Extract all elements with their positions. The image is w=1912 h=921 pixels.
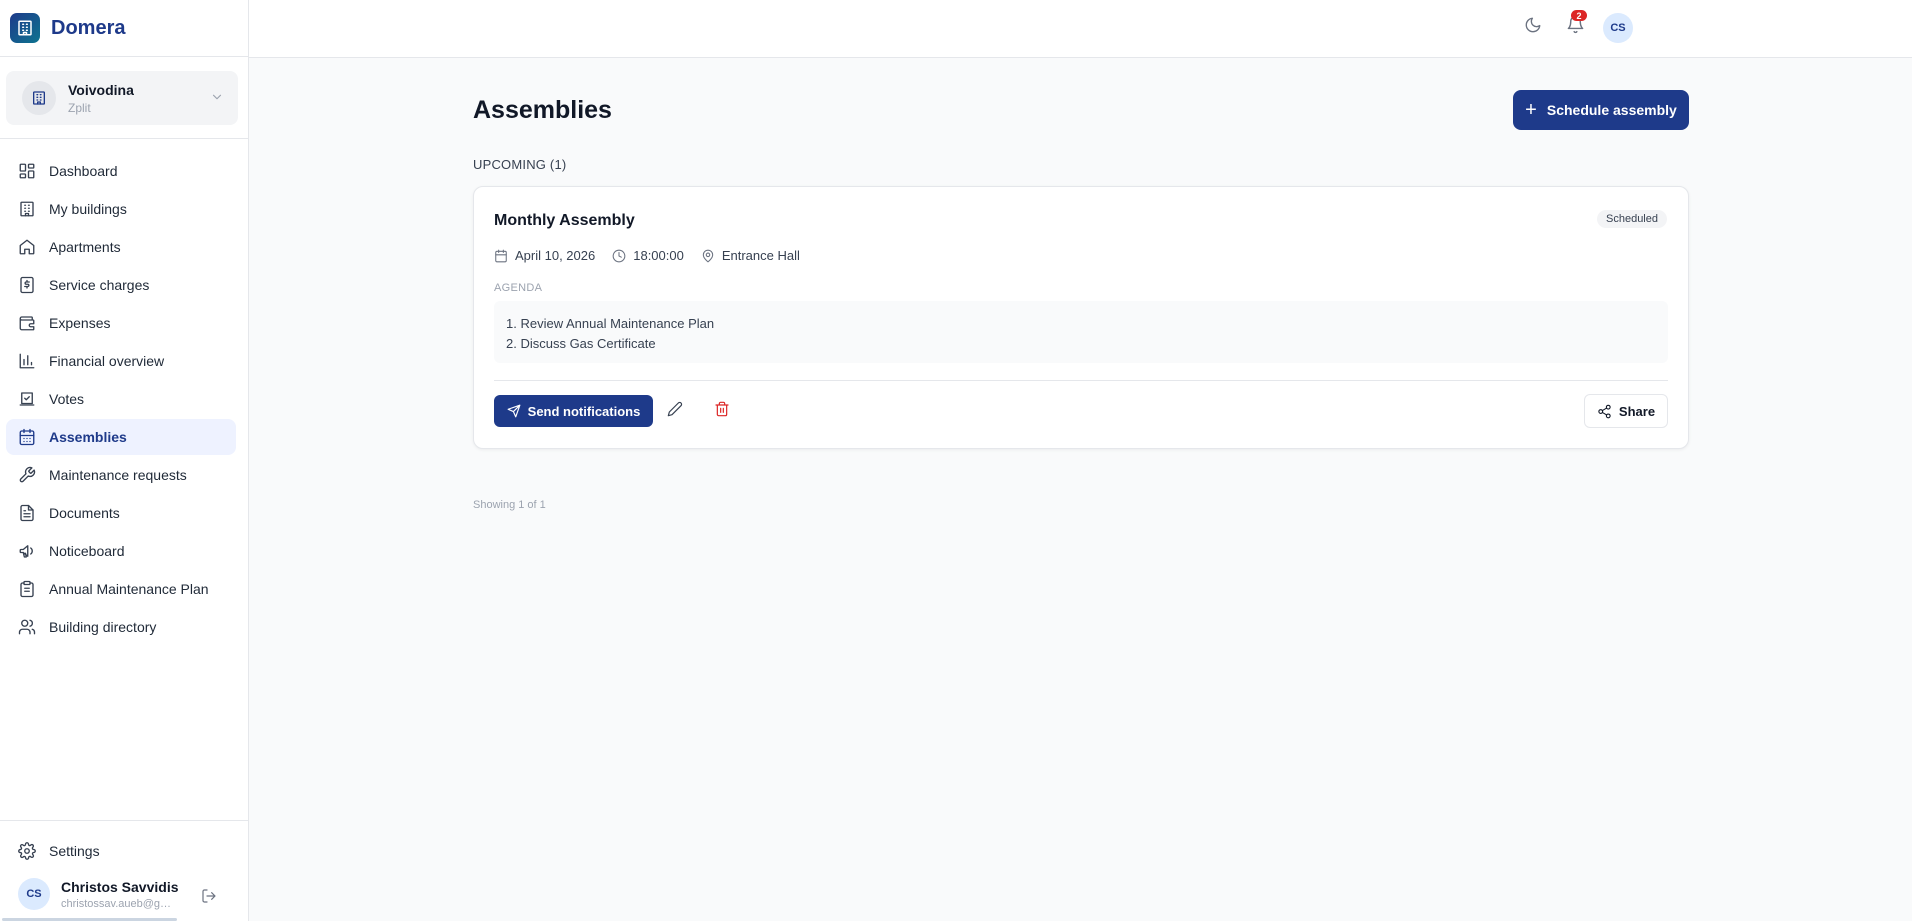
agenda-item: 2. Discuss Gas Certificate (506, 336, 656, 351)
chevron-down-icon (210, 90, 224, 109)
share-label: Share (1618, 403, 1656, 419)
nav-item-dashboard[interactable]: Dashboard (6, 153, 236, 189)
settings-label: Settings (49, 843, 100, 859)
nav-label: Noticeboard (49, 543, 125, 559)
nav-label: Dashboard (49, 163, 118, 179)
user-menu-button[interactable]: CS (1603, 13, 1633, 43)
nav-item-maintenance-requests[interactable]: Maintenance requests (6, 457, 236, 493)
users-icon (18, 618, 36, 636)
megaphone-icon (18, 542, 36, 560)
building-icon (22, 81, 56, 115)
nav-label: Apartments (49, 239, 121, 255)
nav-item-service-charges[interactable]: Service charges (6, 267, 236, 303)
divider (494, 380, 1668, 381)
agenda-list: 1. Review Annual Maintenance Plan 2. Dis… (494, 301, 1668, 363)
nav-label: My buildings (49, 201, 127, 217)
logo-building-icon (10, 13, 40, 43)
agenda-label: AGENDA (494, 282, 543, 294)
sidebar: Domera Voivodina Zplit Dashboard My buil… (0, 0, 249, 921)
topbar (249, 0, 1912, 58)
pagination-summary: Showing 1 of 1 (473, 499, 546, 511)
nav-label: Building directory (49, 619, 157, 635)
nav-item-votes[interactable]: Votes (6, 381, 236, 417)
ballot-check-icon (18, 390, 36, 408)
nav-item-annual-maintenance-plan[interactable]: Annual Maintenance Plan (6, 571, 236, 607)
nav-label: Votes (49, 391, 85, 407)
send-notifications-button[interactable]: Send notifications (494, 395, 653, 427)
nav-item-noticeboard[interactable]: Noticeboard (6, 533, 236, 569)
page-title: Assemblies (473, 96, 612, 124)
logout-icon[interactable] (201, 888, 217, 909)
nav-item-expenses[interactable]: Expenses (6, 305, 236, 341)
schedule-assembly-label: Schedule assembly (1546, 102, 1677, 118)
dollar-receipt-icon (18, 276, 36, 294)
nav-label: Financial overview (49, 353, 165, 369)
nav-item-building-directory[interactable]: Building directory (6, 609, 236, 645)
send-notifications-label: Send notifications (527, 403, 641, 419)
calendar-icon (495, 249, 507, 262)
agenda-item: 1. Review Annual Maintenance Plan (506, 316, 715, 331)
nav-label: Service charges (49, 277, 150, 293)
nav-item-documents[interactable]: Documents (6, 495, 236, 531)
grid-icon (18, 162, 36, 180)
brand[interactable]: Domera (0, 0, 248, 57)
building-selector[interactable]: Voivodina Zplit (6, 71, 238, 125)
assembly-meta: April 10, 2026 18:00:00 Entrance Hall (494, 248, 817, 263)
wrench-icon (18, 466, 36, 484)
nav-label: Expenses (49, 315, 111, 331)
nav-item-apartments[interactable]: Apartments (6, 229, 236, 265)
status-badge: Scheduled (1597, 210, 1667, 228)
share-icon (1598, 404, 1611, 418)
building-icon (18, 200, 36, 218)
assembly-card: Monthly Assembly Scheduled April 10, 202… (473, 186, 1689, 449)
home-icon (18, 238, 36, 256)
calendar-icon (18, 428, 36, 446)
user-profile[interactable]: CS Christos Savvidis christossav.aueb@gm… (0, 878, 248, 910)
app-name: Domera (51, 16, 126, 39)
clipboard-icon (18, 580, 36, 598)
pencil-icon[interactable] (667, 401, 683, 422)
map-pin-icon (702, 249, 714, 262)
trash-icon[interactable] (714, 401, 730, 422)
building-subtitle: Zplit (68, 100, 91, 115)
user-name: Christos Savvidis (61, 878, 179, 895)
building-name: Voivodina (68, 81, 134, 98)
avatar: CS (18, 878, 50, 910)
plus-icon: + (1525, 99, 1537, 121)
nav-item-my-buildings[interactable]: My buildings (6, 191, 236, 227)
notification-badge: 2 (1571, 10, 1587, 21)
assembly-location: Entrance Hall (721, 248, 800, 263)
nav-item-assemblies[interactable]: Assemblies (6, 419, 236, 455)
nav-label: Assemblies (49, 429, 127, 445)
avatar: CS (1603, 13, 1633, 43)
gear-icon (18, 842, 36, 860)
assembly-date: April 10, 2026 (515, 248, 596, 263)
main-nav: Dashboard My buildings Apartments Servic… (0, 139, 248, 645)
document-icon (18, 504, 36, 522)
settings-link[interactable]: Settings (6, 833, 236, 869)
nav-label: Maintenance requests (49, 467, 187, 483)
send-icon (507, 404, 521, 418)
schedule-assembly-button[interactable]: + Schedule assembly (1513, 90, 1689, 130)
share-button[interactable]: Share (1584, 394, 1668, 428)
nav-label: Documents (49, 505, 120, 521)
nav-label: Annual Maintenance Plan (49, 581, 209, 597)
assembly-time: 18:00:00 (633, 248, 684, 263)
clock-icon (612, 249, 626, 262)
assembly-title: Monthly Assembly (494, 212, 635, 229)
wallet-icon (18, 314, 36, 332)
bar-chart-icon (18, 352, 36, 370)
user-email: christossav.aueb@gmail.com (61, 897, 178, 910)
moon-icon[interactable] (1524, 16, 1542, 39)
nav-item-financial-overview[interactable]: Financial overview (6, 343, 236, 379)
section-heading: UPCOMING (1) (473, 157, 567, 172)
